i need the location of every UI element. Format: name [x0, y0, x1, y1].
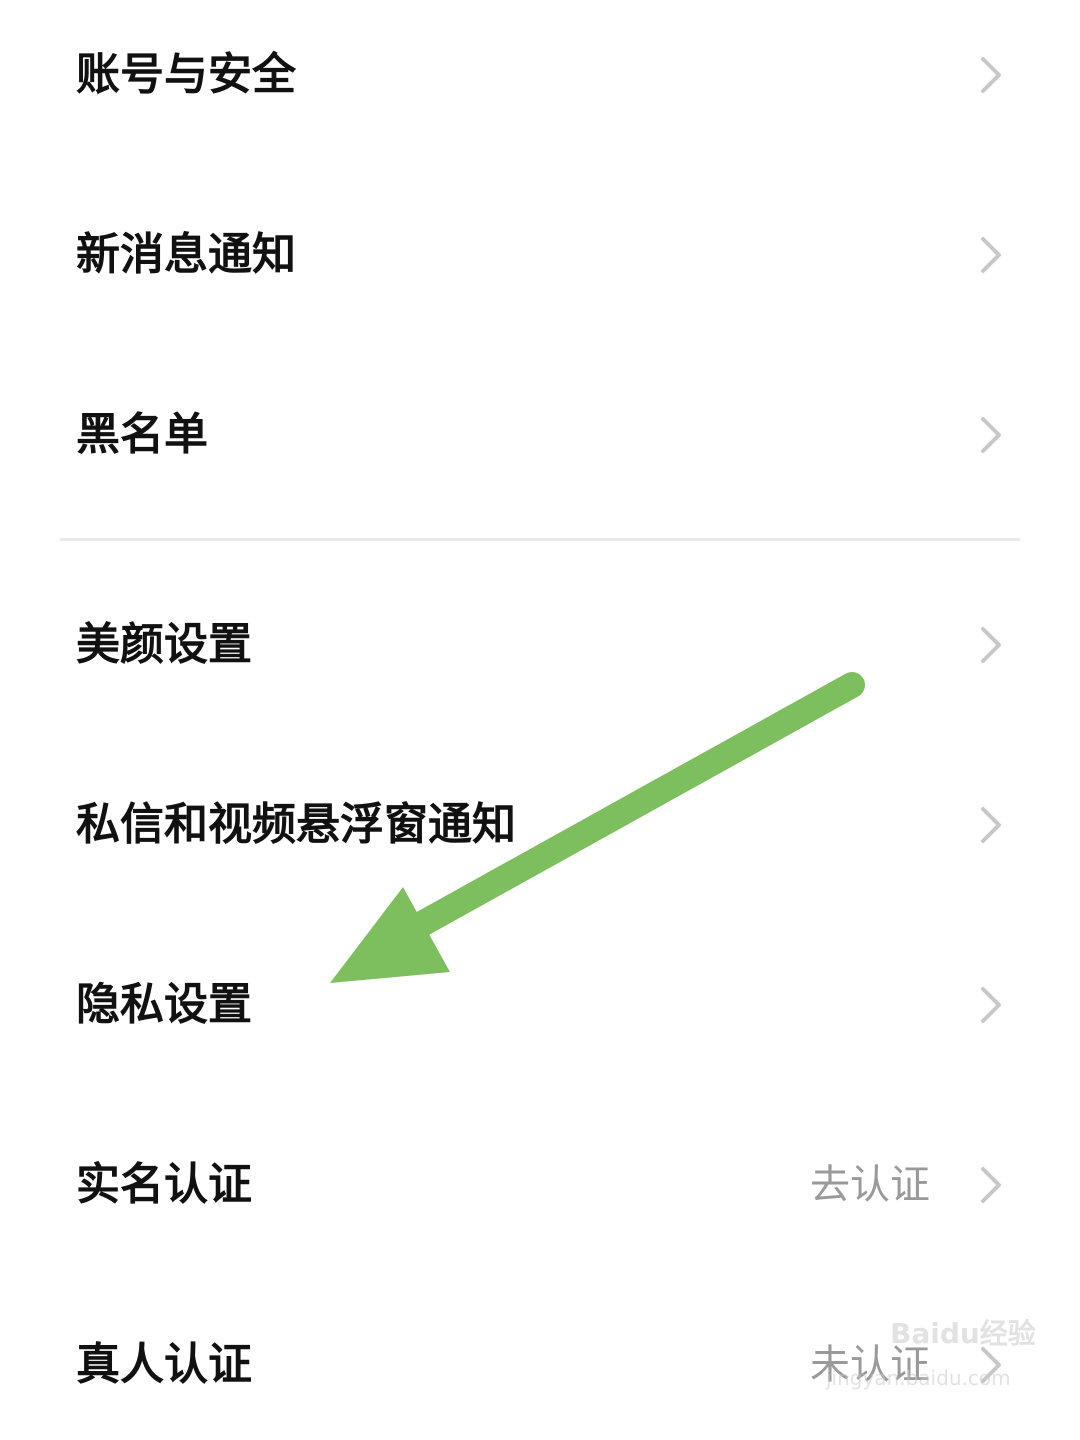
settings-item-label: 私信和视频悬浮窗通知 [76, 799, 516, 850]
settings-item-privacy[interactable]: 隐私设置 [0, 930, 1080, 1080]
settings-item-label: 美颜设置 [76, 619, 252, 670]
settings-item-person-verification[interactable]: 真人认证 未认证 [0, 1290, 1080, 1440]
settings-item-label: 实名认证 [76, 1159, 252, 1210]
chevron-right-icon [981, 417, 1001, 453]
settings-item-label: 新消息通知 [76, 229, 296, 280]
section-divider [60, 538, 1020, 541]
settings-item-real-name-verification[interactable]: 实名认证 去认证 [0, 1110, 1080, 1260]
chevron-right-icon [981, 57, 1001, 93]
settings-item-beauty[interactable]: 美颜设置 [0, 570, 1080, 720]
settings-item-floating-window-notification[interactable]: 私信和视频悬浮窗通知 [0, 750, 1080, 900]
settings-list: 账号与安全 新消息通知 黑名单 美颜设置 私信和视频悬浮窗通知 隐私设置 实名认… [0, 0, 1080, 1428]
chevron-right-icon [981, 237, 1001, 273]
chevron-right-icon [981, 1347, 1001, 1383]
settings-item-new-message-notification[interactable]: 新消息通知 [0, 180, 1080, 330]
settings-item-label: 黑名单 [76, 409, 208, 460]
chevron-right-icon [981, 1167, 1001, 1203]
verification-status: 未认证 [810, 1342, 930, 1388]
settings-item-label: 账号与安全 [76, 49, 296, 100]
chevron-right-icon [981, 627, 1001, 663]
chevron-right-icon [981, 987, 1001, 1023]
settings-item-blacklist[interactable]: 黑名单 [0, 360, 1080, 510]
settings-item-label: 隐私设置 [76, 979, 252, 1030]
verification-status: 去认证 [810, 1162, 930, 1208]
settings-item-label: 真人认证 [76, 1339, 252, 1390]
settings-item-account-security[interactable]: 账号与安全 [0, 0, 1080, 150]
chevron-right-icon [981, 807, 1001, 843]
